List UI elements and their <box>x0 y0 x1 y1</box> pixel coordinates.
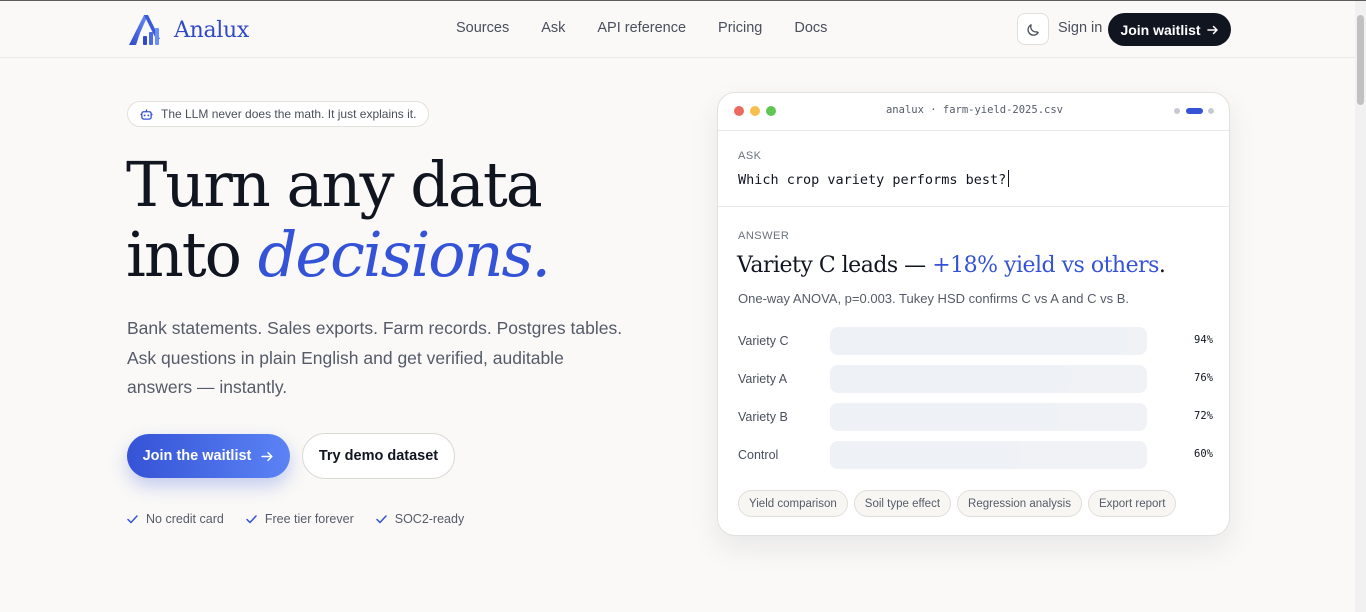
answer-headline-text: Variety C leads — <box>737 253 933 278</box>
question-input[interactable]: Which crop variety performs best? <box>738 170 1010 188</box>
chip-regression-analysis[interactable]: Regression analysis <box>957 490 1082 517</box>
carousel-dot[interactable] <box>1208 108 1214 114</box>
hero-title-line1: Turn any data <box>126 148 543 221</box>
tagline-pill: The LLM never does the math. It just exp… <box>127 101 430 127</box>
tagline-text: The LLM never does the math. It just exp… <box>161 107 417 121</box>
nav-sources[interactable]: Sources <box>456 20 509 36</box>
brand-name: Analux <box>174 17 249 43</box>
bar-value: 76% <box>1194 372 1213 384</box>
robot-icon <box>140 108 153 120</box>
check-label: SOC2-ready <box>394 512 465 526</box>
scrollbar-thumb[interactable] <box>1357 15 1364 105</box>
hero-title-emphasis: decisions <box>257 218 534 291</box>
join-the-waitlist-button[interactable]: Join the waitlist <box>127 434 290 478</box>
checkmark-icon <box>246 514 257 523</box>
demo-card: analux · farm-yield-2025.csv ASK Which c… <box>717 92 1230 536</box>
carousel-dot-active[interactable] <box>1186 108 1203 114</box>
bar-value: 60% <box>1194 448 1213 460</box>
bar-value: 94% <box>1194 334 1213 346</box>
text-caret <box>1008 170 1010 187</box>
try-demo-dataset-label: Try demo dataset <box>318 448 439 464</box>
bar-track <box>830 441 1147 469</box>
chip-export-report[interactable]: Export report <box>1087 490 1177 517</box>
bar-fill <box>830 327 1128 355</box>
nav-ask[interactable]: Ask <box>541 20 565 36</box>
nav-api-reference[interactable]: API reference <box>597 20 686 36</box>
answer-highlight: +18% yield vs others <box>932 253 1159 278</box>
bar-fill <box>830 365 1071 393</box>
nav-docs[interactable]: Docs <box>794 20 827 36</box>
bar-label: Variety B <box>738 410 788 424</box>
bar-label: Variety C <box>738 334 789 348</box>
bar-label: Control <box>738 448 779 462</box>
main-nav: Sources Ask API reference Pricing Docs <box>456 20 859 36</box>
bar-track <box>830 327 1147 355</box>
theme-toggle-button[interactable] <box>1017 13 1049 45</box>
dataset-filename: analux · farm-yield-2025.csv <box>885 104 1063 116</box>
site-header: Analux Sources Ask API reference Pricing… <box>0 1 1355 58</box>
card-divider <box>718 206 1229 207</box>
hero-title: Turn any data into decisions. <box>126 148 551 291</box>
analux-logo-icon <box>129 15 160 45</box>
chip-yield-comparison[interactable]: Yield comparison <box>738 490 848 517</box>
answer-period: . <box>1158 253 1166 278</box>
answer-stats-note: One-way ANOVA, p=0.003. Tukey HSD confir… <box>738 291 1130 306</box>
bar-label: Variety A <box>738 372 788 386</box>
bar-value: 72% <box>1194 410 1213 422</box>
nav-pricing[interactable]: Pricing <box>718 20 762 36</box>
check-label: No credit card <box>146 512 224 526</box>
check-item: No credit card <box>127 512 224 526</box>
feature-checks: No credit card Free tier forever SOC2-re… <box>127 512 486 526</box>
question-text: Which crop variety performs best? <box>738 172 1007 188</box>
card-titlebar: analux · farm-yield-2025.csv <box>718 93 1229 131</box>
arrow-right-icon <box>1206 25 1218 34</box>
carousel-dot[interactable] <box>1174 108 1180 114</box>
check-item: SOC2-ready <box>375 512 465 526</box>
bar-row-control: Control 60% <box>738 441 1213 469</box>
ask-label: ASK <box>738 150 762 162</box>
checkmark-icon <box>375 514 387 523</box>
page-scrollbar[interactable] <box>1355 1 1366 612</box>
check-label: Free tier forever <box>264 512 354 526</box>
bar-track <box>830 403 1147 431</box>
bar-fill <box>830 403 1059 431</box>
answer-label: ANSWER <box>738 230 790 242</box>
bar-fill <box>830 441 1021 469</box>
bar-track <box>830 365 1147 393</box>
sign-in-link[interactable]: Sign in <box>1058 20 1102 36</box>
checkmark-icon <box>127 514 138 523</box>
join-waitlist-label: Join waitlist <box>1120 21 1201 38</box>
moon-icon <box>1026 23 1039 36</box>
hero-title-period: . <box>531 218 551 291</box>
chip-soil-type-effect[interactable]: Soil type effect <box>853 490 952 517</box>
answer-headline: Variety C leads — +18% yield vs others. <box>737 253 1166 278</box>
join-the-waitlist-label: Join the waitlist <box>142 448 252 464</box>
hero-title-line2: into <box>126 218 258 291</box>
arrow-right-icon <box>261 451 273 461</box>
brand-logo[interactable]: Analux <box>127 13 249 47</box>
join-waitlist-button[interactable]: Join waitlist <box>1108 13 1231 46</box>
bar-row-variety-a: Variety A 76% <box>738 365 1213 393</box>
suggestion-chips: Yield comparison Soil type effect Regres… <box>738 490 1182 517</box>
try-demo-dataset-button[interactable]: Try demo dataset <box>302 433 455 479</box>
bar-row-variety-c: Variety C 94% <box>738 327 1213 355</box>
hero-subtitle: Bank statements. Sales exports. Farm rec… <box>127 318 623 397</box>
bar-row-variety-b: Variety B 72% <box>738 403 1213 431</box>
check-item: Free tier forever <box>246 512 354 526</box>
